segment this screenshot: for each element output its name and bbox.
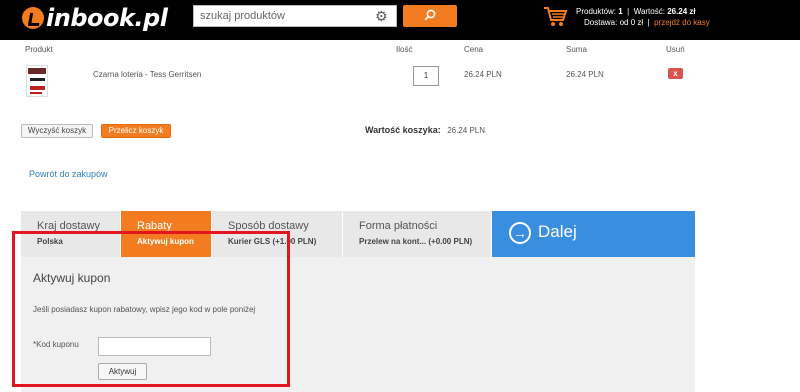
- cart-value-label: Wartość:: [633, 7, 665, 16]
- clear-cart-button[interactable]: Wyczyść koszyk: [21, 124, 93, 138]
- logo-text: inbook.pl: [46, 4, 168, 32]
- step-value: Przelew na kont... (+0.00 PLN): [359, 237, 473, 246]
- checkout-link[interactable]: przejdź do kasy: [654, 18, 710, 27]
- arrow-right-icon: [509, 222, 531, 244]
- highlight-annotation-box: [12, 231, 290, 387]
- product-price: 26.24 PLN: [464, 70, 502, 79]
- cart-total-label: Wartość koszyka:: [365, 125, 441, 135]
- top-header: inbook.pl szukaj produktów ⚙ Produktów: …: [0, 0, 800, 40]
- cart-total-value: 26.24 PLN: [447, 126, 486, 135]
- cart-shipping: Dostawa: od 0 zł: [584, 18, 644, 27]
- logo[interactable]: inbook.pl: [22, 4, 168, 32]
- gear-icon[interactable]: ⚙: [375, 9, 389, 23]
- cart-summary: Produktów: 1 | Wartość: 26.24 zł: [576, 7, 696, 16]
- cart-products-count: 1: [618, 7, 623, 16]
- column-header-sum: Suma: [566, 45, 587, 54]
- search-icon: [424, 9, 436, 21]
- next-button[interactable]: Dalej: [492, 211, 695, 257]
- recalculate-cart-button[interactable]: Przelicz koszyk: [101, 124, 171, 138]
- cart-products-label: Produktów:: [576, 7, 617, 16]
- next-label: Dalej: [538, 222, 577, 241]
- search-button[interactable]: [403, 5, 457, 27]
- product-sum: 26.24 PLN: [566, 70, 604, 79]
- remove-item-button[interactable]: x: [668, 68, 683, 79]
- quantity-input[interactable]: 1: [413, 66, 439, 86]
- column-header-qty: Ilość: [396, 45, 413, 54]
- column-header-product: Produkt: [25, 45, 53, 54]
- cart-shipping-row: Dostawa: od 0 zł | przejdź do kasy: [584, 18, 710, 27]
- back-to-shopping-link[interactable]: Powrót do zakupów: [29, 169, 108, 179]
- cart-icon[interactable]: [543, 6, 567, 28]
- cart-total: Wartość koszyka: 26.24 PLN: [365, 125, 485, 135]
- cart-value: 26.24 zł: [667, 7, 696, 16]
- column-header-remove: Usuń: [666, 45, 685, 54]
- product-thumbnail[interactable]: [26, 65, 48, 97]
- step-payment-method[interactable]: Forma płatności Przelew na kont... (+0.0…: [343, 211, 492, 257]
- column-header-price: Cena: [464, 45, 484, 54]
- logo-icon: [22, 7, 44, 29]
- product-title[interactable]: Czarna loteria - Tess Gerritsen: [93, 70, 201, 79]
- close-icon: x: [673, 69, 678, 78]
- search-placeholder: szukaj produktów: [200, 10, 285, 22]
- step-title: Forma płatności: [359, 220, 438, 232]
- search-input[interactable]: szukaj produktów: [193, 5, 397, 27]
